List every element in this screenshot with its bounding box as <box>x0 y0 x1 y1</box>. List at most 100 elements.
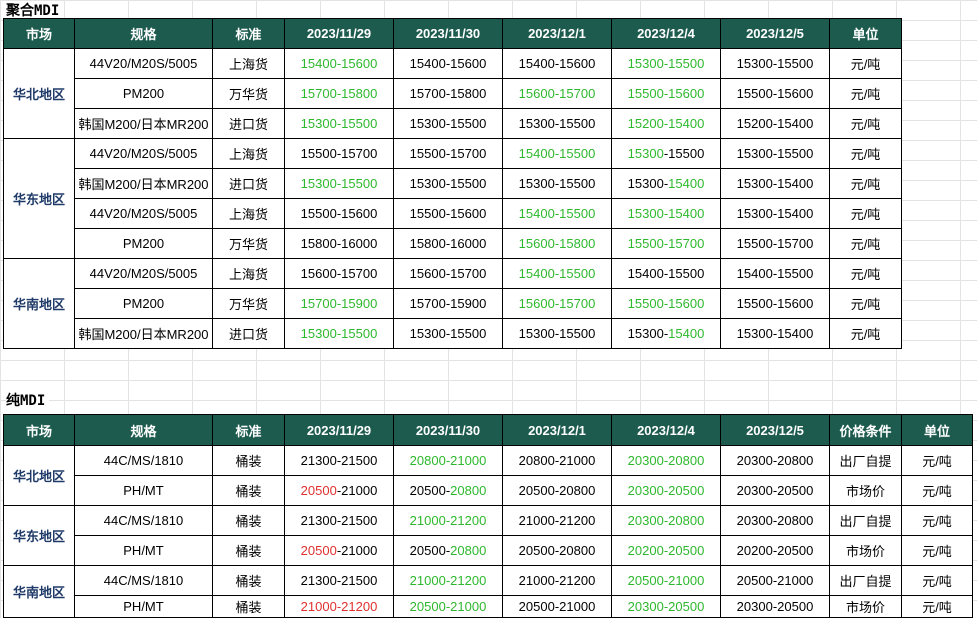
price-high: 15600 <box>341 206 378 221</box>
price-cell: 20500-20800 <box>502 475 612 506</box>
price-low: 15500 <box>736 296 773 311</box>
price-cell: 15300-15500 <box>502 108 612 139</box>
price-high: 15700 <box>450 266 487 281</box>
price-cell: 15400-15600 <box>393 48 503 79</box>
column-header: 2023/12/4 <box>611 414 721 446</box>
price-low: 15300 <box>518 176 555 191</box>
price-cell: 20500-21000 <box>502 595 612 618</box>
price-low: 15400 <box>518 266 555 281</box>
price-cell: 21000-21200 <box>502 565 612 596</box>
price-low: 20500 <box>409 483 446 498</box>
section-title-pure-mdi: 纯MDI <box>6 392 50 410</box>
price-high: 20800 <box>450 483 487 498</box>
price-low: 21000 <box>409 513 446 528</box>
table-row: PH/MT 桶装 20500-21000 20500-20800 20500-20800… <box>4 475 973 506</box>
price-low: 15600 <box>518 296 555 311</box>
price-condition-cell: 出厂自提 <box>829 445 902 476</box>
price-high: 15500 <box>450 116 487 131</box>
price-cell: 15300-15500 <box>720 48 830 79</box>
table-header-row: 市场 规格 标准 2023/11/29 2023/11/30 2023/12/1 2023/… <box>3 18 902 49</box>
price-cell: 20300-20800 <box>611 505 721 536</box>
price-cell: 15300-15400 <box>720 198 830 229</box>
price-cell: 15700-15900 <box>284 288 394 319</box>
standard-cell: 上海货 <box>212 258 285 289</box>
region-cell: 华南地区 <box>3 565 75 618</box>
column-header: 价格条件 <box>829 414 902 446</box>
price-low: 15300 <box>409 116 446 131</box>
price-low: 20300 <box>736 513 773 528</box>
price-high: 15500 <box>777 146 814 161</box>
price-low: 15300 <box>736 326 773 341</box>
price-low: 15700 <box>300 296 337 311</box>
region-cell: 华北地区 <box>3 48 75 139</box>
price-high: 15600 <box>341 56 378 71</box>
column-header: 单位 <box>829 18 902 49</box>
price-low: 15800 <box>409 236 446 251</box>
price-cell: 15600-15700 <box>284 258 394 289</box>
column-header: 2023/11/29 <box>284 18 394 49</box>
price-high: 20800 <box>450 543 487 558</box>
table-row: PM200 万华货 15700-15800 15700-15800 15600-1570… <box>4 78 902 109</box>
price-cell: 20200-20500 <box>720 535 830 566</box>
price-high: 15400 <box>777 116 814 131</box>
table-row: 华南地区 44C/MS/1810 桶装 21300-21500 21000-21200 2… <box>3 565 973 618</box>
price-low: 21000 <box>300 599 337 614</box>
price-cell: 15500-15700 <box>720 228 830 259</box>
price-cell: 15500-15600 <box>284 198 394 229</box>
price-high: 15700 <box>559 86 596 101</box>
standard-cell: 上海货 <box>212 198 285 229</box>
price-cell: 15800-16000 <box>284 228 394 259</box>
price-high: 21000 <box>341 483 378 498</box>
price-high: 21200 <box>341 599 378 614</box>
price-cell: 20500-20800 <box>502 535 612 566</box>
unit-cell: 元/吨 <box>829 198 902 229</box>
price-low: 20500 <box>409 543 446 558</box>
price-low: 21300 <box>300 573 337 588</box>
price-cell: 15600-15700 <box>393 258 503 289</box>
price-high: 15400 <box>777 206 814 221</box>
price-low: 20500 <box>518 483 555 498</box>
table-row: 华北地区 44V20/M20S/5005 上海货 15400-15600 15400-1… <box>3 48 902 139</box>
price-low: 21000 <box>409 573 446 588</box>
price-cell: 15600-15700 <box>502 288 612 319</box>
region-cell: 华东地区 <box>3 138 75 259</box>
price-cell: 20800-21000 <box>502 445 612 476</box>
unit-cell: 元/吨 <box>901 565 973 596</box>
price-cell: 15300-15500 <box>284 168 394 199</box>
spec-cell: 44C/MS/1810 <box>74 505 213 536</box>
standard-cell: 桶装 <box>212 595 285 618</box>
price-low: 15200 <box>627 116 664 131</box>
price-low: 15500 <box>627 86 664 101</box>
polymeric-mdi-price-table: 市场 规格 标准 2023/11/29 2023/11/30 2023/12/1 2023/… <box>3 18 902 349</box>
price-low: 20500 <box>736 573 773 588</box>
price-low: 15500 <box>627 296 664 311</box>
price-high: 21500 <box>341 513 378 528</box>
price-high: 21500 <box>341 573 378 588</box>
price-low: 15300 <box>736 56 773 71</box>
price-high: 21500 <box>341 453 378 468</box>
unit-cell: 元/吨 <box>829 168 902 199</box>
price-low: 15300 <box>518 326 555 341</box>
price-cell: 15600-15800 <box>502 228 612 259</box>
price-cell: 15400-15600 <box>284 48 394 79</box>
price-cell: 20300-20500 <box>720 595 830 618</box>
standard-cell: 万华货 <box>212 228 285 259</box>
price-high: 15700 <box>450 146 487 161</box>
price-low: 20200 <box>736 543 773 558</box>
price-cell: 15700-15800 <box>284 78 394 109</box>
column-header: 2023/12/5 <box>720 414 830 446</box>
price-high: 20800 <box>777 453 814 468</box>
price-high: 21200 <box>450 573 487 588</box>
price-low: 15600 <box>518 236 555 251</box>
column-header: 标准 <box>212 18 285 49</box>
column-header: 市场 <box>3 414 75 446</box>
price-high: 20500 <box>777 599 814 614</box>
price-high: 15500 <box>668 56 705 71</box>
price-cell: 20300-20500 <box>720 475 830 506</box>
price-cell: 21000-21200 <box>393 505 503 536</box>
price-cell: 21300-21500 <box>284 445 394 476</box>
price-high: 15500 <box>559 176 596 191</box>
price-high: 20500 <box>668 599 705 614</box>
price-high: 15700 <box>777 236 814 251</box>
price-low: 15300 <box>627 56 664 71</box>
